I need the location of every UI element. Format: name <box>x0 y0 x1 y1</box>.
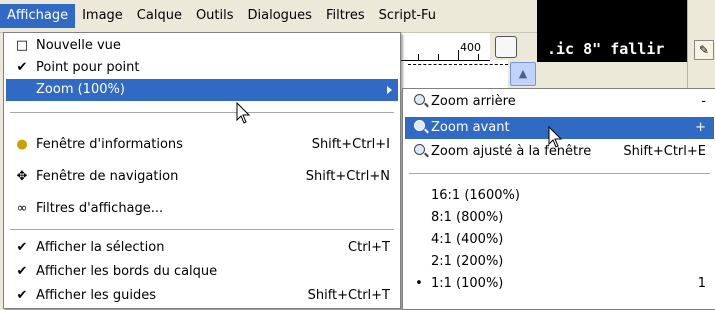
menu-item-navigation-window[interactable]: ✥ Fenêtre de navigation Shift+Ctrl+N <box>6 166 398 188</box>
menu-separator <box>409 173 710 174</box>
move-arrows-icon: ✥ <box>16 169 28 184</box>
zoom-fit-icon <box>410 141 428 163</box>
view-menu: □ Nouvelle vue ✔ Point pour point Zoom (… <box>3 32 401 309</box>
menu-image[interactable]: Image <box>75 4 130 28</box>
menu-item-show-selection[interactable]: ✔ Afficher la sélection Ctrl+T <box>6 237 398 259</box>
ruler-tick <box>418 54 419 60</box>
pen-tool-icon[interactable]: ✎ <box>694 40 714 60</box>
mouse-cursor-icon <box>548 126 563 148</box>
zoom-in-icon <box>410 117 428 139</box>
zoom-out-icon <box>410 91 428 113</box>
menu-item-zoom-200[interactable]: 2:1 (200%) <box>405 251 714 273</box>
menu-affichage[interactable]: Affichage <box>0 4 76 28</box>
menu-item-display-filters[interactable]: ∞ Filtres d'affichage... <box>6 198 398 220</box>
submenu-arrow-icon <box>387 86 392 94</box>
selection-marquee <box>408 64 508 66</box>
menu-outils[interactable]: Outils <box>189 4 241 28</box>
check-icon: ✔ <box>16 60 28 75</box>
image-canvas[interactable]: .ic 8" fallir <box>537 0 687 62</box>
menu-calque[interactable]: Calque <box>130 4 189 28</box>
menubar: Affichage Image Calque Outils Dialogues … <box>0 0 537 33</box>
canvas-text: .ic 8" fallir <box>547 40 665 58</box>
quick-mask-button[interactable] <box>495 36 517 58</box>
ruler-tick <box>478 54 479 60</box>
menu-filtres[interactable]: Filtres <box>319 4 372 28</box>
mouse-cursor-icon <box>236 102 251 124</box>
menu-item-show-layer-boundary[interactable]: ✔ Afficher les bords du calque <box>6 261 398 283</box>
zoom-submenu: Zoom arrière - Zoom avant + Zoom ajusté … <box>402 88 715 310</box>
ruler-tick <box>438 54 439 60</box>
menu-item-zoom-800[interactable]: 8:1 (800%) <box>405 207 714 229</box>
menu-dialogues[interactable]: Dialogues <box>241 4 319 28</box>
check-icon: ✔ <box>16 240 28 255</box>
menu-item-new-view[interactable]: □ Nouvelle vue <box>6 35 398 57</box>
menu-item-info-window[interactable]: ● Fenêtre d'informations Shift+Ctrl+I <box>6 134 398 156</box>
menu-separator <box>10 112 394 113</box>
ruler-label: 400 <box>460 41 481 54</box>
menu-item-zoom-100[interactable]: • 1:1 (100%) 1 <box>405 273 714 295</box>
page-icon: □ <box>15 38 29 53</box>
lightbulb-icon: ● <box>16 137 28 152</box>
menu-item-dot-for-dot[interactable]: ✔ Point pour point <box>6 57 398 79</box>
toolbox-strip: ✎ <box>687 0 715 90</box>
menu-item-zoom[interactable]: Zoom (100%) <box>6 79 398 101</box>
scroll-up-button[interactable]: ▲ <box>510 62 536 86</box>
menu-separator <box>10 229 394 230</box>
glasses-icon: ∞ <box>16 201 28 216</box>
check-icon: ✔ <box>16 264 28 279</box>
menu-item-zoom-1600[interactable]: 16:1 (1600%) <box>405 185 714 207</box>
check-icon: ✔ <box>16 288 28 303</box>
menu-item-show-guides[interactable]: ✔ Afficher les guides Shift+Ctrl+T <box>6 285 398 307</box>
ruler-tick <box>458 50 459 60</box>
horizontal-ruler: 400 <box>398 32 490 61</box>
menu-script-fu[interactable]: Script-Fu <box>372 4 443 28</box>
radio-selected-icon: • <box>415 276 423 291</box>
menu-item-zoom-400[interactable]: 4:1 (400%) <box>405 229 714 251</box>
menu-item-zoom-out[interactable]: Zoom arrière - <box>405 91 714 113</box>
